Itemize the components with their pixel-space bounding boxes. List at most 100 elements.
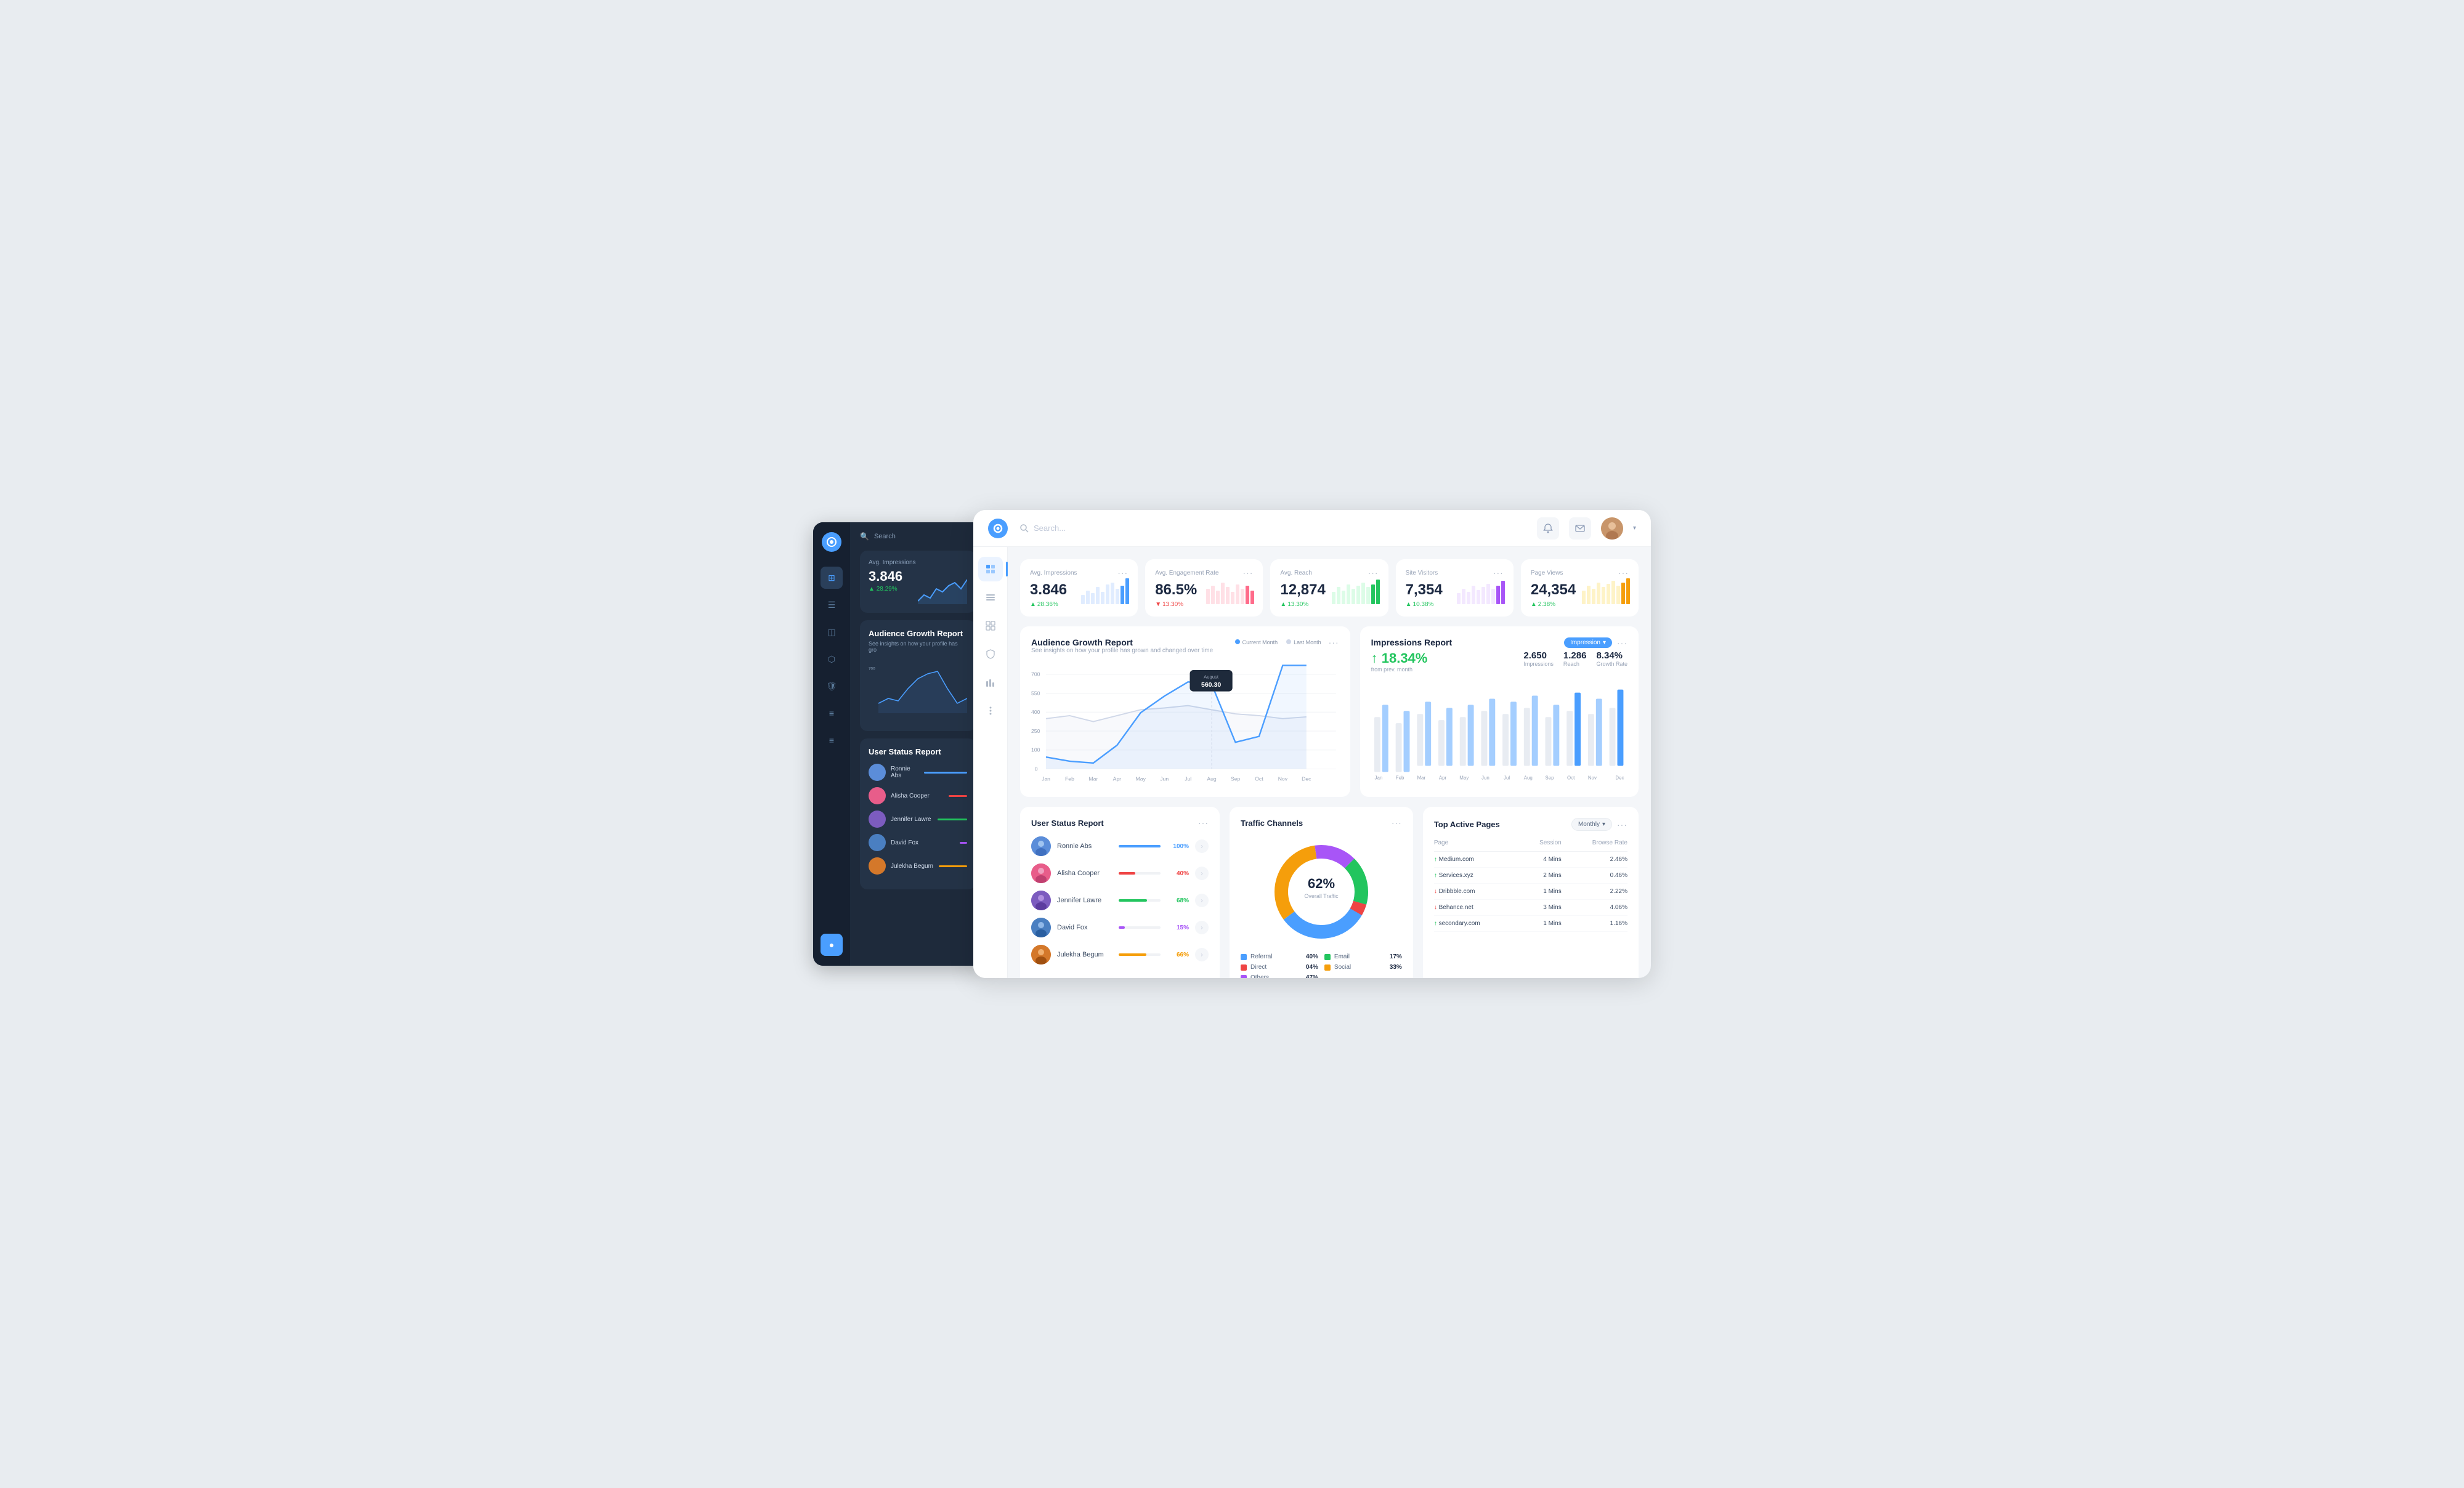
user-avatar[interactable] <box>1601 517 1623 540</box>
svg-text:May: May <box>1459 775 1469 780</box>
sidebar-item-dashboard[interactable] <box>978 557 1003 581</box>
audience-more-button[interactable]: ··· <box>1329 637 1339 647</box>
sidebar-item-shield[interactable] <box>978 642 1003 666</box>
user-arrow-4[interactable]: › <box>1195 921 1209 934</box>
bg-sidebar-list[interactable]: ☰ <box>821 594 843 616</box>
user-arrow-5[interactable]: › <box>1195 948 1209 961</box>
table-row: ↓ Behance.net 3 Mins 4.06% <box>1434 900 1627 916</box>
table-row: ↑ Services.xyz 2 Mins 0.46% <box>1434 868 1627 884</box>
traffic-more[interactable]: ··· <box>1392 818 1402 828</box>
user-name-5: Julekha Begum <box>1057 951 1112 958</box>
col-browse: Browse Rate <box>1562 839 1627 852</box>
traffic-legend-direct: Direct 04% <box>1241 964 1318 971</box>
stat-chart-impressions <box>1081 572 1130 604</box>
sidebar-item-menu1[interactable] <box>978 698 1003 723</box>
user-name-2: Alisha Cooper <box>1057 870 1112 877</box>
traffic-legend-social: Social 33% <box>1324 964 1402 971</box>
bg-avatar-2 <box>869 787 886 804</box>
sidebar-item-chart[interactable] <box>978 670 1003 695</box>
stat-card-impressions: Avg. Impressions ··· 3.846 ▲28.36% <box>1020 559 1138 617</box>
user-status-more[interactable]: ··· <box>1198 818 1209 828</box>
bg-sidebar-active-item[interactable]: ● <box>821 934 843 956</box>
trend-icon-4: ↓ <box>1434 904 1437 911</box>
stat-card-visitors: Site Visitors ··· 7,354 ▲10.38% <box>1396 559 1514 617</box>
bg-sidebar-menu1[interactable]: ≡ <box>821 702 843 724</box>
svg-text:Oct: Oct <box>1567 775 1575 780</box>
svg-text:August: August <box>1204 674 1219 679</box>
traffic-legend-others: Others 47% <box>1241 974 1318 978</box>
audience-legend: Current Month Last Month <box>1235 639 1321 645</box>
bg-sidebar-grid[interactable]: ◫ <box>821 621 843 643</box>
user-row-1: Ronnie Abs 100% › <box>1031 836 1209 856</box>
traffic-title: Traffic Channels <box>1241 819 1303 828</box>
bg-logo <box>822 532 841 552</box>
user-percent-3: 68% <box>1167 897 1189 904</box>
svg-text:Aug: Aug <box>1207 776 1217 782</box>
impressions-more-button[interactable]: ··· <box>1617 638 1627 648</box>
user-progress-1 <box>1119 845 1161 847</box>
impressions-chart-container: Jan Feb Mar Apr May Jun Jul Aug Sep Oct … <box>1371 680 1627 785</box>
impression-badge[interactable]: Impression ▾ <box>1564 637 1612 648</box>
impressions-sub-reach: 1.286 Reach <box>1563 650 1587 667</box>
user-avatar-4 <box>1031 918 1051 937</box>
bg-sidebar-dashboard[interactable]: ⊞ <box>821 567 843 589</box>
bg-audience-card: Audience Growth Report See insights on h… <box>860 620 976 731</box>
svg-text:Apr: Apr <box>1438 775 1446 780</box>
bg-user-name-3: Jennifer Lawre <box>891 816 933 823</box>
user-arrow-1[interactable]: › <box>1195 839 1209 853</box>
svg-text:Overall Traffic: Overall Traffic <box>1304 893 1339 899</box>
user-bar-2 <box>1119 872 1135 875</box>
col-session: Session <box>1520 839 1562 852</box>
bg-search: 🔍 Search <box>860 532 976 541</box>
svg-text:Nov: Nov <box>1587 775 1596 780</box>
stat-card-engagement: Avg. Engagement Rate ··· 86.5% ▼13.30% <box>1145 559 1263 617</box>
col-page: Page <box>1434 839 1520 852</box>
svg-text:Sep: Sep <box>1231 776 1241 782</box>
list-icon <box>986 592 995 602</box>
svg-text:400: 400 <box>1031 709 1040 715</box>
charts-row: Audience Growth Report See insights on h… <box>1020 626 1639 797</box>
navbar-dropdown-arrow[interactable]: ▾ <box>1633 525 1636 532</box>
stat-chart-reach <box>1332 572 1381 604</box>
bg-sidebar: ⊞ ☰ ◫ ⬡ 🛡 ≡ ≡ ● <box>813 522 850 966</box>
main-panel: Search... ▾ <box>973 510 1651 978</box>
traffic-header: Traffic Channels ··· <box>1241 818 1402 828</box>
dashboard-icon <box>986 564 995 574</box>
traffic-card: Traffic Channels ··· <box>1230 807 1413 978</box>
sidebar-item-list[interactable] <box>978 585 1003 610</box>
navbar-search[interactable]: Search... <box>1020 524 1537 533</box>
trend-icon-2: ↑ <box>1434 872 1437 879</box>
top-pages-more[interactable]: ··· <box>1617 820 1627 830</box>
svg-text:Jul: Jul <box>1504 775 1510 780</box>
bell-icon <box>1543 524 1553 533</box>
bg-sidebar-shield[interactable]: 🛡 <box>821 675 843 697</box>
monthly-select[interactable]: Monthly ▾ <box>1571 818 1612 831</box>
user-arrow-2[interactable]: › <box>1195 867 1209 880</box>
pages-table: Page Session Browse Rate ↑ Medium.com <box>1434 839 1627 932</box>
user-bar-5 <box>1119 953 1146 956</box>
bg-sidebar-hex[interactable]: ⬡ <box>821 648 843 670</box>
mail-button[interactable] <box>1569 517 1591 540</box>
content-area: Avg. Impressions ··· 3.846 ▲28.36% <box>1008 547 1651 978</box>
user-name-4: David Fox <box>1057 924 1112 931</box>
bg-metric-label: Avg. Impressions <box>869 559 967 566</box>
trend-icon-5: ↑ <box>1434 920 1437 927</box>
bg-content: 🔍 Search Avg. Impressions 3.846 ▲ 28.29% <box>850 522 986 899</box>
stat-chart-engagement <box>1206 572 1255 604</box>
svg-text:Mar: Mar <box>1417 775 1425 780</box>
impressions-header: Impressions Report Impression ▾ ··· <box>1371 637 1627 648</box>
bg-sidebar-menu2[interactable]: ≡ <box>821 729 843 751</box>
menu1-icon <box>986 706 995 716</box>
sidebar-item-grid[interactable] <box>978 613 1003 638</box>
top-pages-header: Top Active Pages Monthly ▾ ··· <box>1434 818 1627 831</box>
user-arrow-3[interactable]: › <box>1195 894 1209 907</box>
notification-button[interactable] <box>1537 517 1559 540</box>
current-month-dot <box>1235 639 1240 644</box>
bottom-row: User Status Report ··· Ronnie Abs 100% › <box>1020 807 1639 978</box>
bg-user-name-5: Julekha Begum <box>891 863 934 870</box>
others-box <box>1241 975 1247 979</box>
navbar-logo <box>988 519 1008 538</box>
svg-text:250: 250 <box>1031 728 1040 734</box>
bg-avatar-4 <box>869 834 886 851</box>
bg-metric-value: 3.846 <box>869 568 902 584</box>
